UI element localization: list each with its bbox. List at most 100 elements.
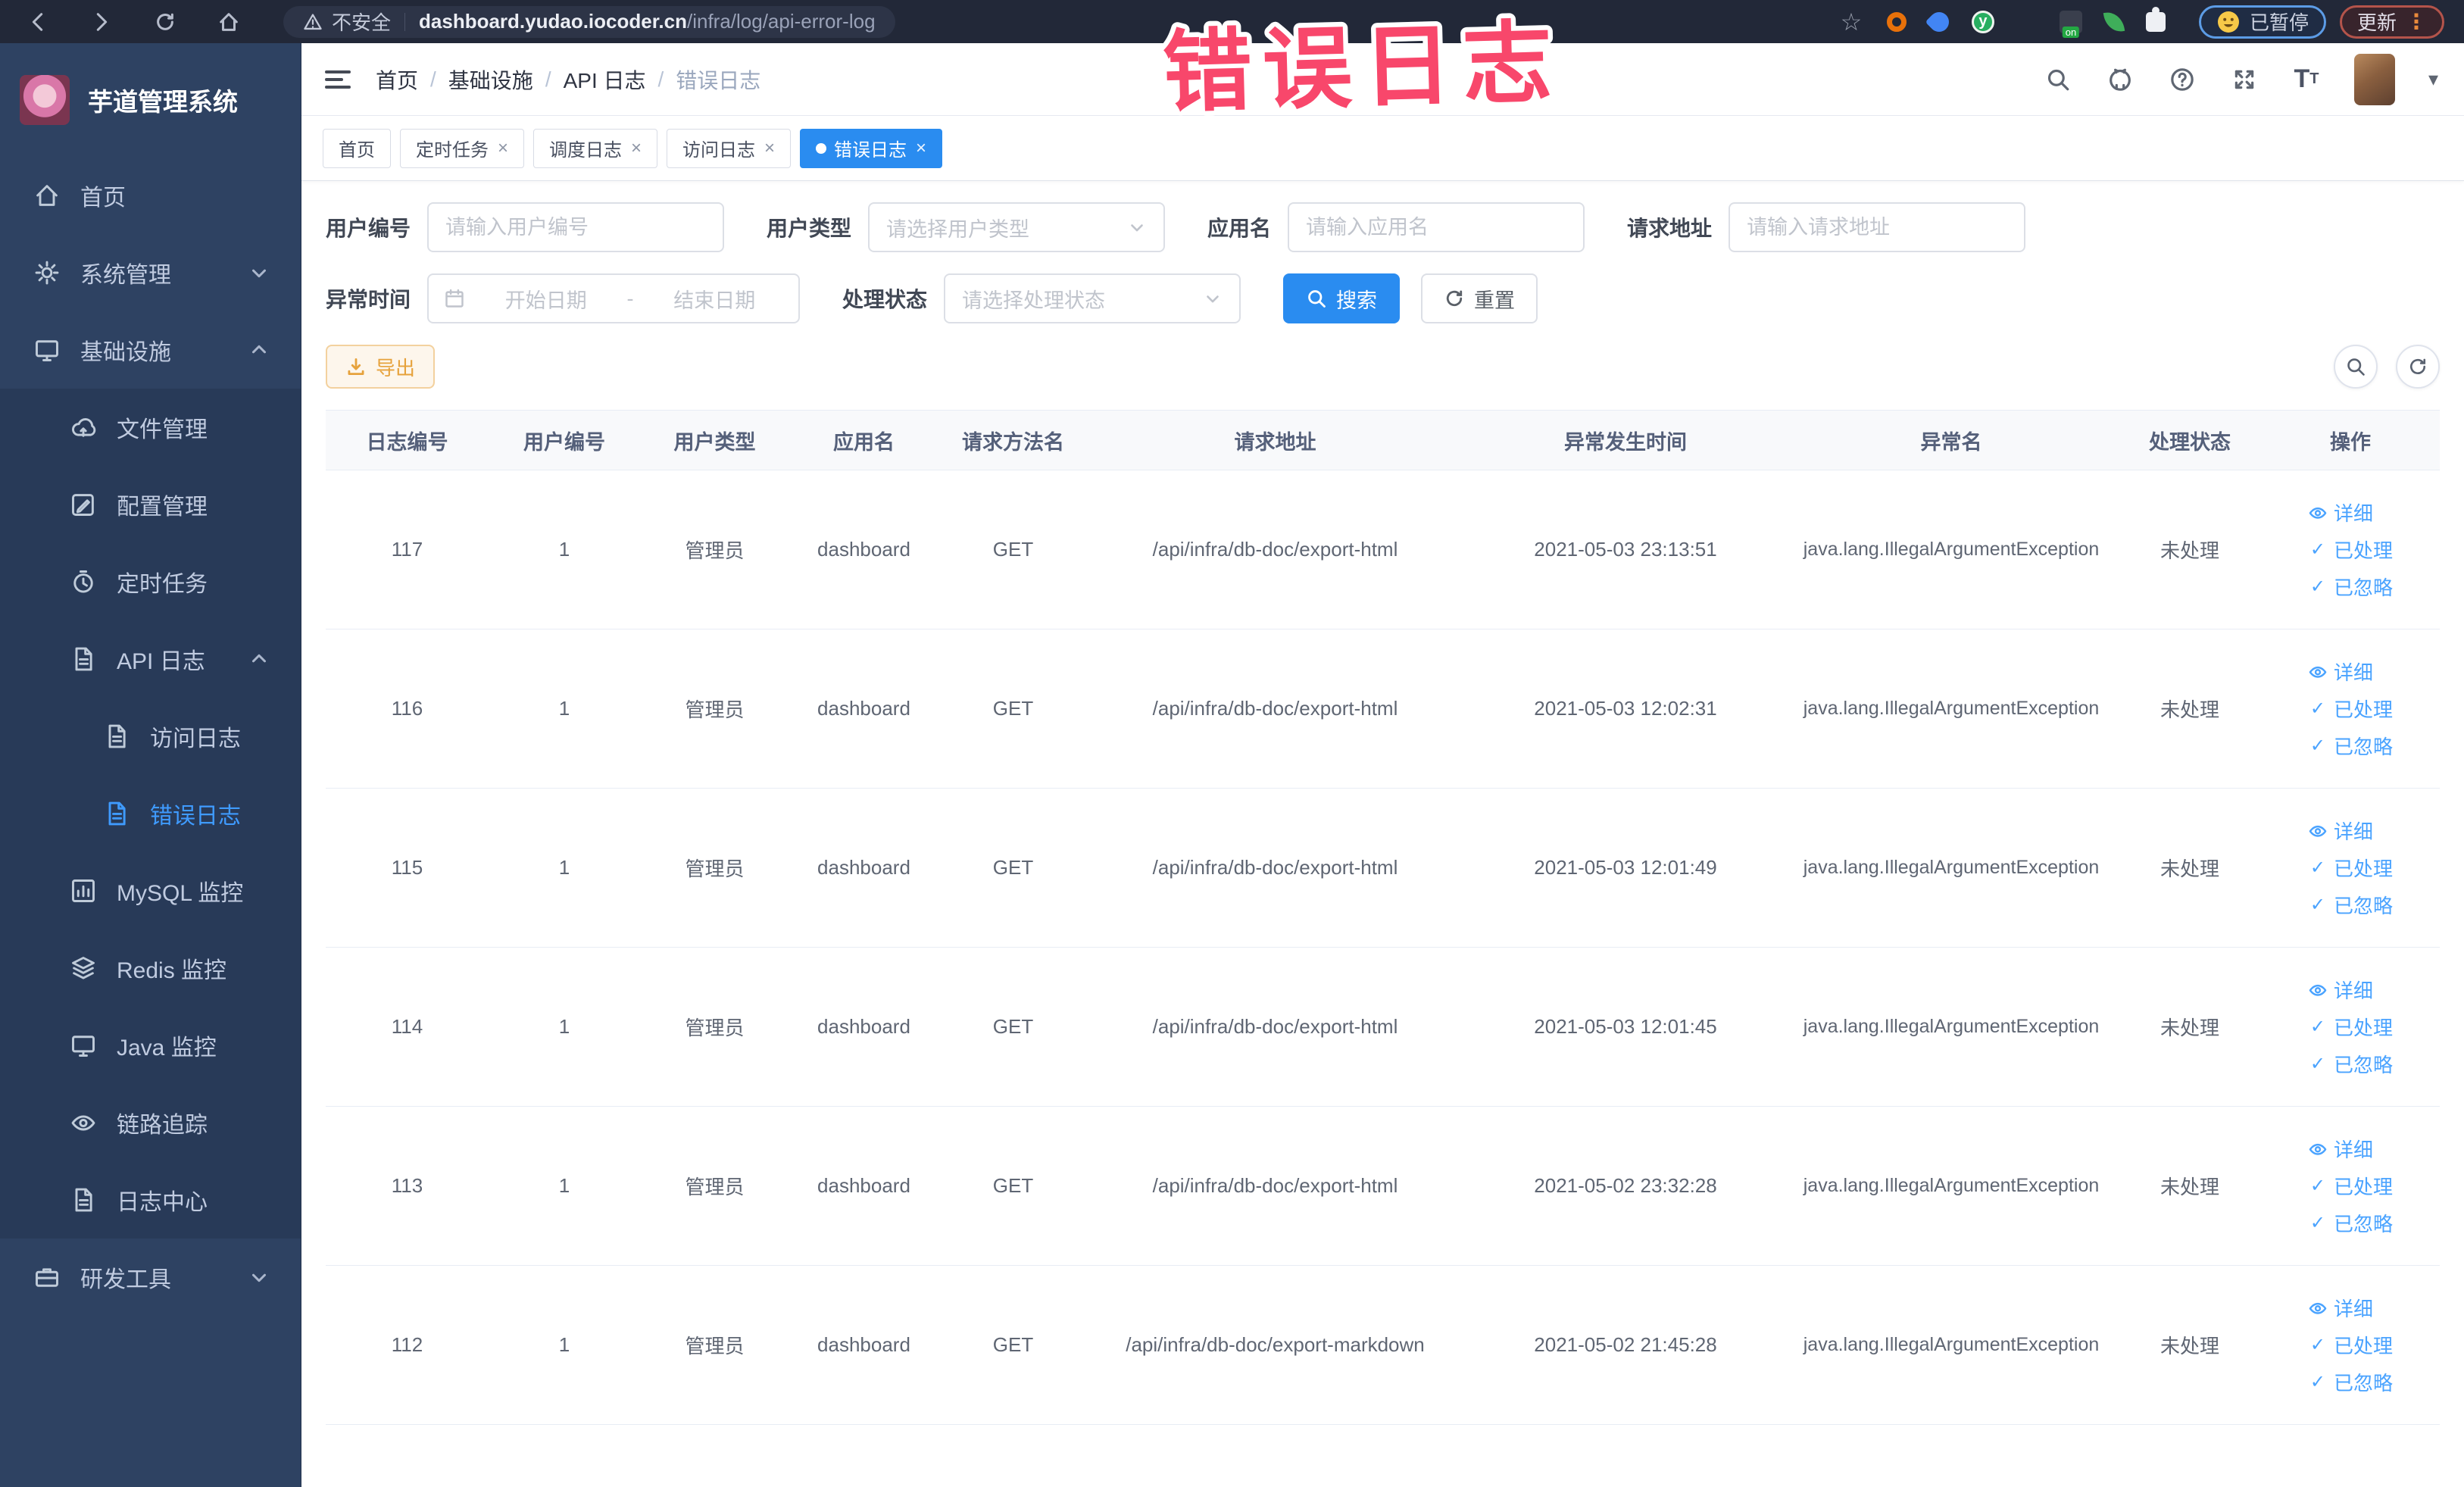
search-icon[interactable] xyxy=(2044,65,2072,94)
active-tab-dot-icon xyxy=(816,142,827,154)
toggle-search-button[interactable] xyxy=(2334,345,2378,389)
refresh-button[interactable] xyxy=(2396,345,2440,389)
user-id-input[interactable] xyxy=(427,202,725,252)
grid-extension-icon[interactable] xyxy=(2017,12,2037,32)
cell-user-id: 1 xyxy=(558,538,570,561)
fullscreen-icon[interactable] xyxy=(2230,65,2259,94)
puzzle-extension-icon[interactable] xyxy=(2145,6,2166,32)
check-icon: ✓ xyxy=(2309,895,2326,915)
operations-stack: 详细 ✓ 已处理 ✓ 已忽略 xyxy=(2308,817,2393,919)
tab-job[interactable]: 定时任务 × xyxy=(400,128,525,168)
paused-profile-chip[interactable]: 已暂停 xyxy=(2198,5,2326,39)
tab-error-log[interactable]: 错误日志 × xyxy=(800,128,943,168)
sidebar-item-java[interactable]: Java 监控 xyxy=(0,1007,301,1084)
app-name-input[interactable] xyxy=(1288,202,1585,252)
breadcrumb-item[interactable]: API 日志 xyxy=(564,64,646,95)
action-ignored-link[interactable]: ✓ 已忽略 xyxy=(2308,1368,2393,1396)
action-processed-link[interactable]: ✓ 已处理 xyxy=(2308,695,2393,723)
breadcrumb-item[interactable]: 首页 xyxy=(376,64,418,95)
action-detail-link[interactable]: 详细 xyxy=(2308,1294,2373,1322)
action-detail-link[interactable]: 详细 xyxy=(2308,1135,2373,1163)
url-divider xyxy=(404,12,406,31)
font-size-icon[interactable]: TT xyxy=(2292,64,2321,94)
column-header: 操作 xyxy=(2330,430,2371,454)
action-processed-link[interactable]: ✓ 已处理 xyxy=(2308,1331,2393,1359)
action-processed-link[interactable]: ✓ 已处理 xyxy=(2308,854,2393,882)
sidebar-item-api-log[interactable]: API 日志 xyxy=(0,620,301,698)
sidebar-item-redis[interactable]: Redis 监控 xyxy=(0,929,301,1007)
action-detail-link[interactable]: 详细 xyxy=(2308,817,2373,845)
close-tab-icon[interactable]: × xyxy=(916,138,926,159)
help-icon[interactable] xyxy=(2168,65,2197,94)
check-icon: ✓ xyxy=(2309,1335,2326,1355)
sidebar-item-log-center[interactable]: 日志中心 xyxy=(0,1161,301,1239)
search-button[interactable]: 搜索 xyxy=(1283,273,1401,323)
sidebar-item-file[interactable]: 文件管理 xyxy=(0,389,301,466)
leaf-extension-icon[interactable] xyxy=(2103,9,2125,34)
process-status-select[interactable]: 请选择处理状态 xyxy=(944,273,1241,323)
action-detail-link[interactable]: 详细 xyxy=(2308,976,2373,1004)
green-y-extension-icon[interactable]: y xyxy=(1971,10,1994,33)
action-label: 详细 xyxy=(2333,502,2373,525)
sidebar-item-system[interactable]: 系统管理 xyxy=(0,234,301,311)
sidebar-item-config[interactable]: 配置管理 xyxy=(0,466,301,543)
action-processed-link[interactable]: ✓ 已处理 xyxy=(2308,1172,2393,1200)
sidebar-item-label: 配置管理 xyxy=(117,495,208,520)
user-type-select[interactable]: 请选择用户类型 xyxy=(868,202,1166,252)
action-ignored-link[interactable]: ✓ 已忽略 xyxy=(2308,1209,2393,1237)
export-button[interactable]: 导出 xyxy=(326,345,436,389)
action-processed-link[interactable]: ✓ 已处理 xyxy=(2308,1013,2393,1041)
badge-on-extension-icon[interactable]: on xyxy=(2059,10,2082,38)
hamburger-icon[interactable] xyxy=(323,64,353,95)
reset-button[interactable]: 重置 xyxy=(1421,273,1538,323)
action-detail-link[interactable]: 详细 xyxy=(2308,498,2373,526)
breadcrumb-item[interactable]: 基础设施 xyxy=(448,64,533,95)
sidebar-item-trace[interactable]: 链路追踪 xyxy=(0,1084,301,1161)
sidebar-item-access-log[interactable]: 访问日志 xyxy=(0,698,301,775)
orange-ring-extension-icon[interactable] xyxy=(1886,11,1907,32)
chevron-down-icon[interactable]: ▾ xyxy=(2428,67,2438,91)
action-ignored-link[interactable]: ✓ 已忽略 xyxy=(2308,573,2393,601)
request-url-input[interactable] xyxy=(1729,202,2026,252)
app-logo[interactable]: 芋道管理系统 xyxy=(0,43,301,157)
cell-request-method: GET xyxy=(992,538,1034,561)
cell-operations: 详细 ✓ 已处理 ✓ 已忽略 xyxy=(2266,976,2435,1078)
back-icon[interactable] xyxy=(23,7,53,37)
action-ignored-link[interactable]: ✓ 已忽略 xyxy=(2308,1050,2393,1078)
reload-icon[interactable] xyxy=(150,7,180,37)
sidebar-item-mysql[interactable]: MySQL 监控 xyxy=(0,852,301,929)
sidebar-item-job[interactable]: 定时任务 xyxy=(0,543,301,620)
sidebar-menu: 首页 系统管理 基础设施 文件管理配置管理定时任务 API 日志 访问日志 错误日志 MySQ… xyxy=(0,157,301,1316)
action-processed-link[interactable]: ✓ 已处理 xyxy=(2308,536,2393,564)
action-label: 已处理 xyxy=(2333,539,2393,562)
tab-access-log[interactable]: 访问日志 × xyxy=(667,128,792,168)
tab-home[interactable]: 首页 xyxy=(323,128,391,168)
action-ignored-link[interactable]: ✓ 已忽略 xyxy=(2308,732,2393,760)
star-extension-icon[interactable]: ☆ xyxy=(1838,8,1864,36)
close-tab-icon[interactable]: × xyxy=(498,138,508,159)
exception-time-range[interactable]: 开始日期 - 结束日期 xyxy=(427,273,801,323)
sidebar-item-error-log[interactable]: 错误日志 xyxy=(0,775,301,852)
monitor-icon xyxy=(33,336,61,364)
action-ignored-link[interactable]: ✓ 已忽略 xyxy=(2308,891,2393,919)
home-icon[interactable] xyxy=(214,7,244,37)
sidebar-item-infra[interactable]: 基础设施 xyxy=(0,311,301,389)
blue-pin-extension-icon[interactable] xyxy=(1925,8,1953,36)
github-icon[interactable] xyxy=(2106,65,2135,94)
sidebar-item-home[interactable]: 首页 xyxy=(0,157,301,234)
cell-log-id: 115 xyxy=(391,856,423,879)
sidebar-item-dev-tools[interactable]: 研发工具 xyxy=(0,1239,301,1316)
action-detail-link[interactable]: 详细 xyxy=(2308,658,2373,686)
update-button[interactable]: 更新 ⋮ xyxy=(2339,5,2444,39)
cell-user-id: 1 xyxy=(558,856,570,879)
user-avatar[interactable] xyxy=(2353,53,2395,105)
eye-icon xyxy=(2308,980,2328,1000)
address-bar[interactable]: 不安全 dashboard.yudao.iocoder.cn/infra/log… xyxy=(283,5,895,38)
close-tab-icon[interactable]: × xyxy=(764,138,775,159)
tab-job-log[interactable]: 调度日志 × xyxy=(533,128,658,168)
operations-stack: 详细 ✓ 已处理 ✓ 已忽略 xyxy=(2308,1294,2393,1396)
browser-menu-icon[interactable]: ⋮ xyxy=(2406,9,2427,34)
forward-icon[interactable] xyxy=(86,7,117,37)
close-tab-icon[interactable]: × xyxy=(631,138,642,159)
cell-request-method: GET xyxy=(992,856,1034,879)
